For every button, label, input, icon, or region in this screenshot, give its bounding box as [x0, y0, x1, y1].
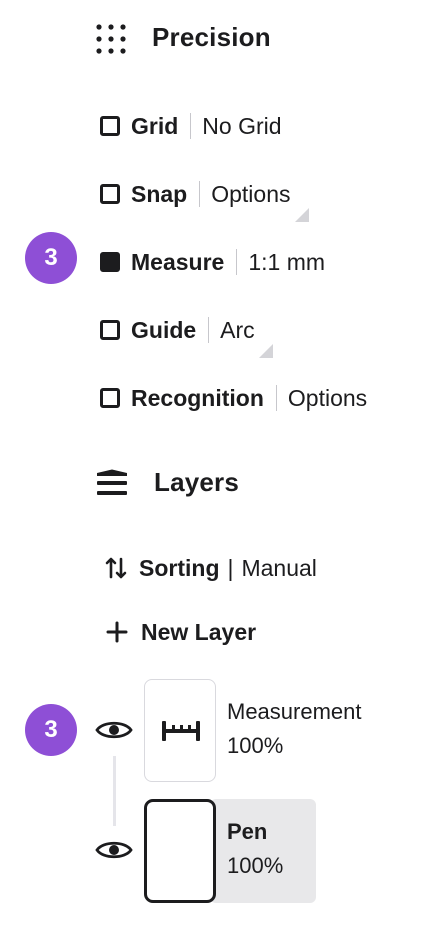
layer-connector-line	[113, 756, 116, 826]
precision-row-grid[interactable]: Grid No Grid	[100, 109, 300, 143]
guide-checkbox[interactable]	[100, 320, 120, 340]
measure-label: Measure	[131, 248, 225, 275]
layer-thumbnail-measurement[interactable]	[144, 679, 216, 782]
guide-label: Guide	[131, 316, 197, 343]
measure-checkbox[interactable]	[100, 252, 120, 272]
snap-checkbox[interactable]	[100, 184, 120, 204]
separator	[275, 385, 277, 411]
recognition-checkbox[interactable]	[100, 388, 120, 408]
ruler-measure-icon	[161, 721, 201, 746]
guide-value-dropdown[interactable]: Arc	[220, 317, 273, 358]
precision-row-guide[interactable]: Guide Arc	[100, 313, 273, 358]
layer-item-pen[interactable]: Pen 100%	[227, 815, 283, 883]
grid-checkbox[interactable]	[100, 116, 120, 136]
dropdown-corner-icon	[258, 343, 273, 358]
sort-arrows-icon	[104, 556, 128, 580]
separator	[199, 181, 201, 207]
layer-opacity: 100%	[227, 853, 284, 878]
layers-badge: 3	[25, 704, 77, 756]
grid-value[interactable]: No Grid	[202, 113, 299, 140]
new-layer-label: New Layer	[141, 618, 257, 645]
new-layer-button[interactable]: New Layer	[106, 616, 256, 648]
precision-row-recognition[interactable]: Recognition Options	[100, 381, 367, 415]
eye-icon[interactable]	[95, 718, 133, 742]
snap-value-dropdown[interactable]: Options	[211, 181, 309, 222]
precision-row-measure[interactable]: Measure 1:1 mm	[100, 245, 343, 279]
layers-stack-icon	[95, 469, 129, 497]
snap-label: Snap	[131, 180, 188, 207]
dot-grid-icon	[96, 24, 126, 54]
dropdown-corner-icon	[294, 207, 309, 222]
layers-title: Layers	[154, 467, 240, 497]
eye-icon[interactable]	[95, 838, 133, 862]
measure-value[interactable]: 1:1 mm	[248, 249, 343, 276]
sorting-value: Manual	[241, 554, 317, 581]
layer-item-measurement[interactable]: Measurement 100%	[227, 695, 362, 763]
layer-thumbnail-pen[interactable]	[144, 799, 216, 903]
plus-icon	[106, 621, 128, 643]
recognition-value[interactable]: Options	[288, 385, 367, 412]
separator	[236, 249, 238, 275]
separator	[190, 113, 192, 139]
precision-badge: 3	[25, 232, 77, 284]
sorting-label: Sorting	[139, 554, 220, 581]
recognition-label: Recognition	[131, 384, 264, 411]
precision-title: Precision	[152, 22, 271, 52]
layer-name: Measurement	[227, 699, 362, 724]
separator	[208, 317, 210, 343]
precision-row-snap[interactable]: Snap Options	[100, 177, 309, 222]
grid-label: Grid	[131, 112, 179, 139]
layer-name: Pen	[227, 819, 268, 844]
sorting-control[interactable]: Sorting | Manual	[104, 552, 317, 584]
sorting-separator: |	[227, 554, 234, 581]
layer-opacity: 100%	[227, 733, 284, 758]
